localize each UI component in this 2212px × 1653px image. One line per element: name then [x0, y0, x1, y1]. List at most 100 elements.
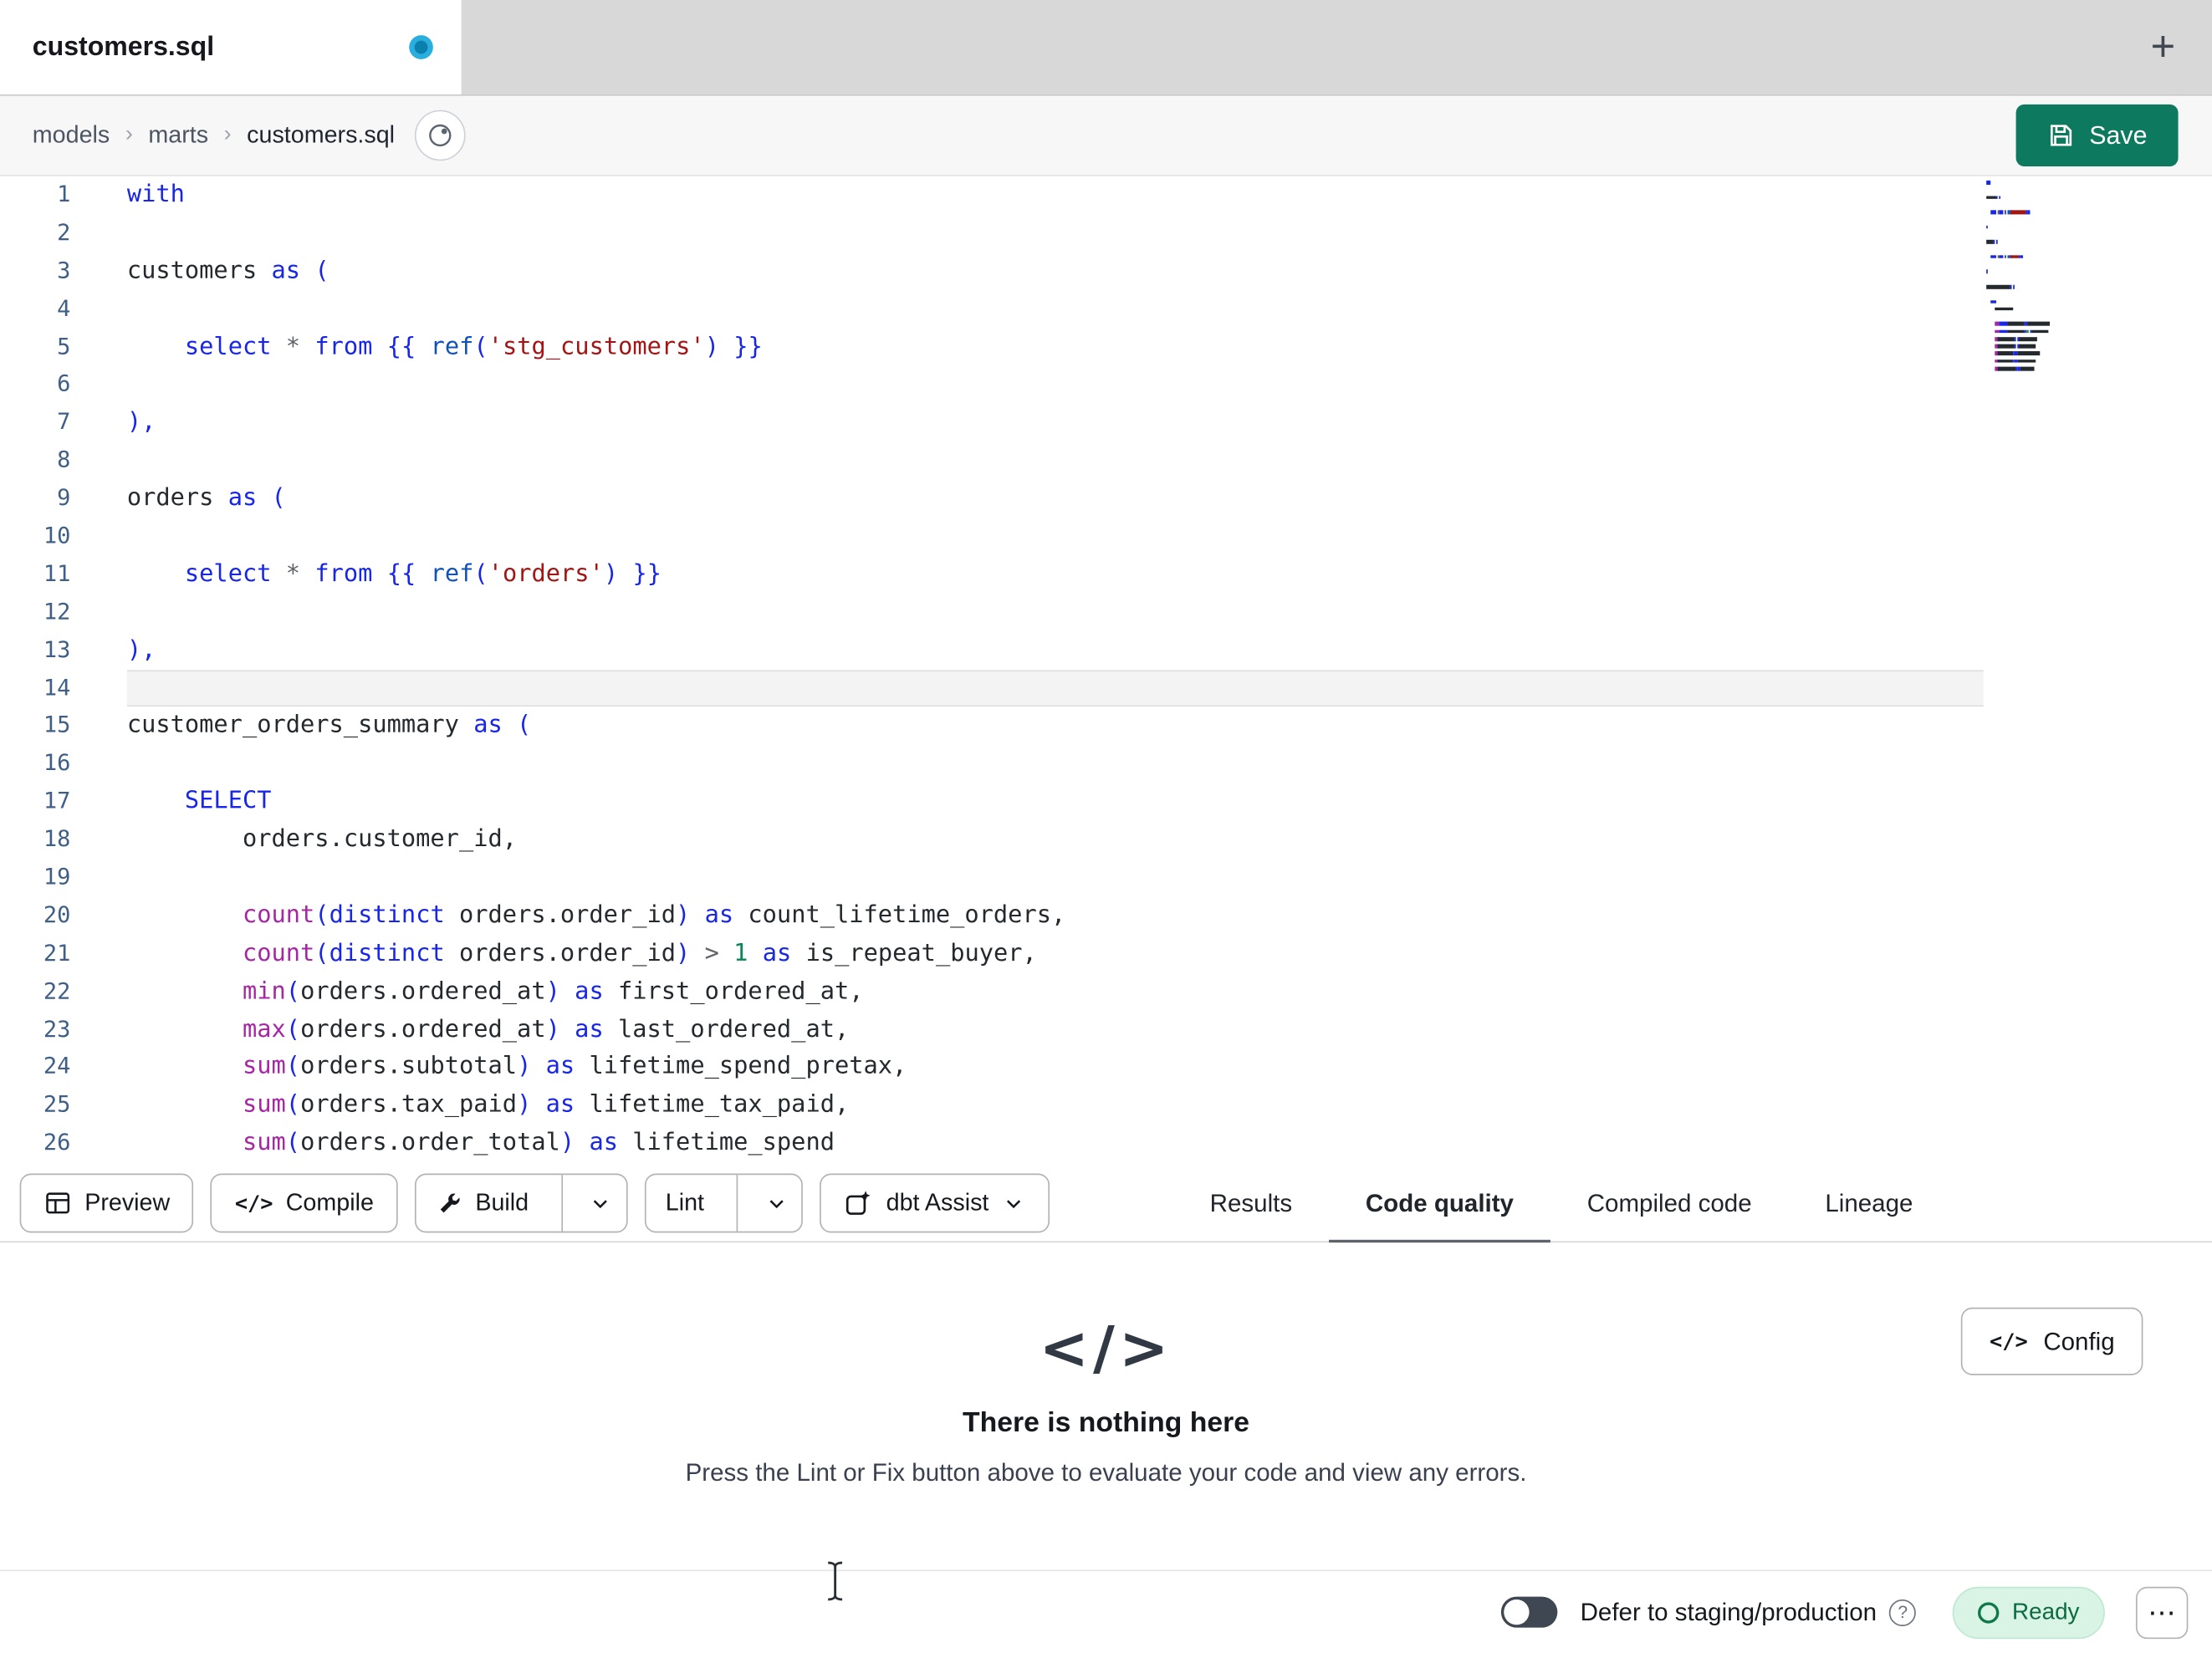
code-line[interactable]: 25 sum(orders.tax_paid) as lifetime_tax_…	[0, 1087, 2212, 1125]
new-tab-button[interactable]: +	[2145, 25, 2181, 69]
code-line[interactable]: 19	[0, 859, 2212, 896]
minimap[interactable]	[1986, 180, 2116, 375]
overflow-menu-button[interactable]: ⋯	[2135, 1585, 2189, 1639]
code-line[interactable]: 8	[0, 441, 2212, 479]
code-line[interactable]: 23 max(orders.ordered_at) as last_ordere…	[0, 1011, 2212, 1048]
tab-results[interactable]: Results	[1173, 1165, 1329, 1241]
code-line[interactable]: 22 min(orders.ordered_at) as first_order…	[0, 972, 2212, 1010]
code-text: ),	[126, 408, 156, 436]
line-number: 9	[57, 483, 71, 511]
tab-lineage[interactable]: Lineage	[1788, 1165, 1949, 1241]
code-line[interactable]: 12	[0, 594, 2212, 631]
tab-label: customers.sql	[32, 31, 215, 62]
save-floppy-icon	[2047, 121, 2076, 150]
empty-state: </> There is nothing here Press the Lint…	[0, 1314, 2212, 1488]
code-line[interactable]: 16	[0, 745, 2212, 783]
breadcrumb-separator-icon: ›	[125, 122, 133, 147]
breadcrumb-bar: models › marts › customers.sql Save	[0, 95, 2212, 176]
code-line[interactable]: 2	[0, 214, 2212, 252]
code-text: count(distinct orders.order_id) > 1 as i…	[242, 939, 1037, 967]
code-line[interactable]: 10	[0, 518, 2212, 555]
help-icon[interactable]: ?	[1889, 1599, 1917, 1626]
code-lines: 1 with 2 3 customers as ( 4 5 select * from {{…	[0, 176, 2212, 1162]
lint-dropdown-button[interactable]	[751, 1175, 802, 1231]
code-line[interactable]: 3 customers as (	[0, 253, 2212, 290]
save-button[interactable]: Save	[2015, 104, 2179, 167]
breadcrumb: models › marts › customers.sql	[33, 121, 395, 150]
code-line[interactable]: 18 orders.customer_id,	[0, 821, 2212, 859]
lint-button-label: Lint	[665, 1189, 705, 1217]
status-ring-icon	[1978, 1601, 2000, 1623]
breadcrumb-separator-icon: ›	[223, 122, 232, 147]
chevron-down-icon	[1002, 1191, 1026, 1216]
code-text: orders as (	[126, 483, 286, 513]
line-number: 6	[57, 370, 71, 397]
dbt-assist-button-label: dbt Assist	[886, 1189, 989, 1217]
build-button[interactable]: Build	[416, 1175, 549, 1231]
code-text	[126, 669, 1984, 707]
code-brackets-icon: </>	[1039, 1313, 1173, 1383]
code-line[interactable]: 1 with	[0, 176, 2212, 214]
line-number: 7	[57, 408, 71, 436]
code-line[interactable]: 17 SELECT	[0, 783, 2212, 821]
tab-compiled-code[interactable]: Compiled code	[1550, 1165, 1789, 1241]
line-number: 25	[43, 1090, 71, 1118]
results-tab-strip: Results Code quality Compiled code Linea…	[1173, 1165, 1949, 1244]
code-line[interactable]: 7),	[0, 404, 2212, 441]
lint-split-button: Lint	[644, 1173, 804, 1233]
model-node-icon-button[interactable]	[414, 110, 466, 161]
code-text: select * from {{ ref('orders') }}	[184, 559, 662, 589]
line-number: 19	[43, 863, 71, 890]
editor-toolbar: Preview </> Compile Build Lint dbt Assis…	[0, 1165, 2212, 1244]
status-bar-right: Defer to staging/production ? Ready ⋯	[1501, 1585, 2189, 1639]
code-text: select * from {{ ref('stg_customers') }}	[184, 332, 763, 361]
breadcrumb-item-file[interactable]: customers.sql	[247, 121, 395, 150]
code-line[interactable]: 15 customer_orders_summary as (	[0, 707, 2212, 745]
code-text: count(distinct orders.order_id) as count…	[242, 900, 1066, 930]
code-line[interactable]: 4	[0, 290, 2212, 328]
code-line[interactable]: 14	[0, 669, 2212, 707]
preview-button[interactable]: Preview	[19, 1173, 194, 1233]
sparkle-square-icon	[844, 1188, 873, 1217]
code-line[interactable]: 6	[0, 366, 2212, 404]
code-line[interactable]: 5 select * from {{ ref('stg_customers') …	[0, 328, 2212, 365]
defer-toggle[interactable]	[1501, 1596, 1558, 1628]
line-number: 1	[57, 180, 71, 207]
code-line[interactable]: 11 select * from {{ ref('orders') }}	[0, 555, 2212, 593]
ready-status-badge[interactable]: Ready	[1953, 1585, 2105, 1639]
line-number: 8	[57, 446, 71, 473]
table-grid-icon	[43, 1189, 72, 1217]
line-number: 18	[43, 825, 71, 853]
code-editor[interactable]: 1 with 2 3 customers as ( 4 5 select * from {{…	[0, 176, 2212, 1166]
empty-state-subtitle: Press the Lint or Fix button above to ev…	[685, 1458, 1527, 1487]
code-line[interactable]: 24 sum(orders.subtotal) as lifetime_spen…	[0, 1048, 2212, 1086]
code-text: orders.customer_id,	[242, 825, 518, 854]
code-line[interactable]: 13),	[0, 631, 2212, 669]
code-text: customer_orders_summary as (	[126, 711, 532, 740]
code-line[interactable]: 20 count(distinct orders.order_id) as co…	[0, 897, 2212, 935]
tab-code-quality[interactable]: Code quality	[1328, 1165, 1550, 1244]
defer-label: Defer to staging/production	[1580, 1597, 1877, 1626]
button-divider	[736, 1175, 738, 1232]
code-text: max(orders.ordered_at) as last_ordered_a…	[242, 1014, 850, 1043]
preview-button-label: Preview	[84, 1189, 171, 1217]
build-dropdown-button[interactable]	[575, 1175, 626, 1231]
line-number: 12	[43, 597, 71, 625]
line-number: 4	[57, 294, 71, 322]
lint-button[interactable]: Lint	[646, 1175, 723, 1231]
dbt-assist-button[interactable]: dbt Assist	[820, 1173, 1050, 1233]
code-line[interactable]: 9 orders as (	[0, 480, 2212, 518]
code-text: SELECT	[184, 787, 272, 816]
tab-customers-sql[interactable]: customers.sql	[0, 0, 462, 95]
code-line[interactable]: 21 count(distinct orders.order_id) > 1 a…	[0, 935, 2212, 972]
compile-button[interactable]: </> Compile	[211, 1173, 398, 1233]
breadcrumb-item-models[interactable]: models	[33, 121, 110, 150]
breadcrumb-item-marts[interactable]: marts	[148, 121, 208, 150]
code-line[interactable]: 26 sum(orders.order_total) as lifetime_s…	[0, 1125, 2212, 1162]
line-number: 3	[57, 256, 71, 283]
